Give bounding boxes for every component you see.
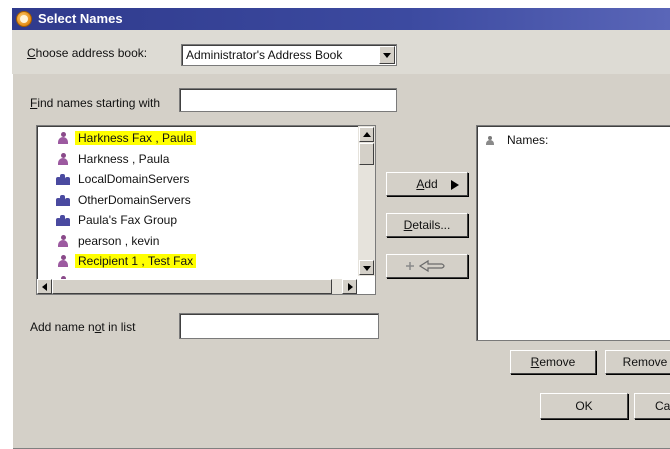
address-book-value: Administrator's Address Book [186, 48, 343, 62]
address-book-label: Choose address book: [27, 46, 148, 60]
person-icon [57, 255, 69, 268]
details-button-label: Details... [403, 218, 451, 232]
group-icon [56, 174, 70, 185]
horizontal-scroll-thumb[interactable] [52, 279, 332, 294]
details-button[interactable]: Details... [386, 213, 468, 237]
list-item-label: pearson , kevin [78, 233, 160, 248]
group-icon [56, 215, 70, 226]
add-not-in-list-input[interactable] [179, 313, 379, 339]
list-item-label: LocalDomainServers [78, 172, 190, 186]
scroll-down-button[interactable] [359, 260, 374, 275]
person-icon [57, 132, 69, 145]
names-list[interactable]: Harkness Fax , Paula Harkness , Paula Loca… [36, 125, 376, 295]
add-button-label: Add [416, 177, 438, 191]
add-button[interactable]: Add [386, 172, 468, 196]
find-names-input[interactable] [179, 88, 397, 112]
names-folder-icon [485, 136, 497, 146]
remove-from-list-button[interactable] [386, 254, 468, 278]
list-item-label: Harkness Fax , Paula [75, 131, 196, 145]
list-item-label: Paula's Fax Group [78, 213, 178, 227]
chevron-down-icon[interactable] [379, 46, 395, 64]
names-root-label: Names: [507, 133, 549, 147]
remove-second-button[interactable]: Remove [605, 350, 670, 374]
scroll-right-button[interactable] [342, 279, 357, 294]
cancel-button[interactable]: Ca [634, 393, 670, 419]
scroll-up-button[interactable] [359, 127, 374, 142]
recipients-list[interactable]: Names: [476, 125, 670, 341]
person-icon [57, 234, 69, 248]
address-book-select[interactable]: Administrator's Address Book [181, 44, 397, 66]
cancel-button-label: Ca [655, 399, 670, 413]
app-icon [16, 11, 32, 27]
scroll-left-button[interactable] [37, 279, 52, 294]
remove-button-label: Remove [530, 355, 576, 369]
remove-button[interactable]: Remove [510, 350, 596, 374]
list-item-label: OtherDomainServers [78, 192, 191, 207]
person-icon [57, 152, 69, 166]
list-item-label: Recipient 1 , Test Fax [75, 254, 197, 268]
names-list-horizontal-scrollbar[interactable] [37, 279, 357, 294]
remove-arrow-icon [406, 259, 445, 273]
list-item-label: Harkness , Paula [78, 151, 170, 166]
window-title: Select Names [38, 11, 123, 26]
title-bar: Select Names [12, 8, 670, 30]
add-not-in-list-label: Add name not in list [30, 320, 136, 334]
names-list-vertical-scrollbar[interactable] [358, 126, 375, 276]
remove-second-button-label: Remove [622, 355, 668, 369]
group-icon [56, 194, 70, 206]
find-names-label: Find names starting with [30, 96, 161, 110]
ok-button-label: OK [575, 399, 593, 413]
arrow-right-icon [451, 180, 459, 190]
ok-button[interactable]: OK [540, 393, 628, 419]
scroll-thumb[interactable] [359, 143, 374, 165]
